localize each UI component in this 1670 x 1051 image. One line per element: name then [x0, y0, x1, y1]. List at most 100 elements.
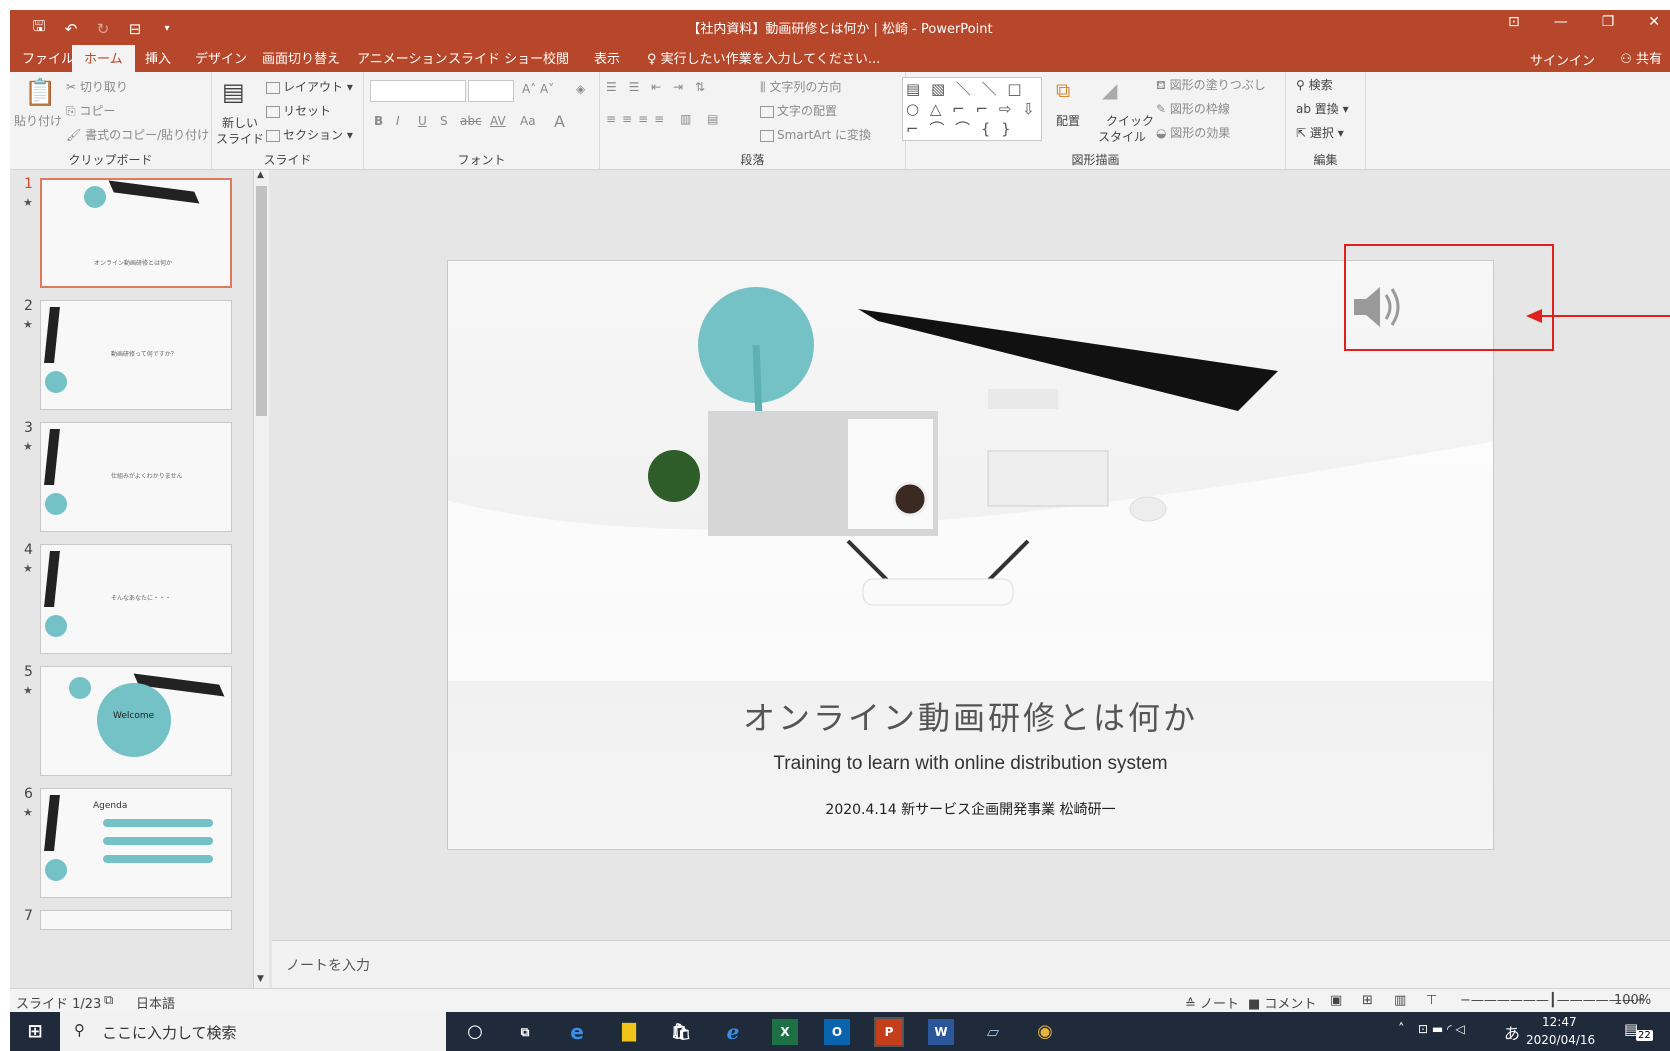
copy-button[interactable]: ⎘ コピー	[66, 102, 115, 119]
thumbnail-scrollbar[interactable]: ▲ ▼	[253, 170, 269, 988]
share-button[interactable]: ⚇ 共有	[1620, 48, 1662, 67]
shape-effects-button[interactable]: ◒ 図形の効果	[1156, 124, 1230, 141]
new-slide-icon[interactable]: ▤	[222, 78, 245, 106]
cortana-icon[interactable]: ○	[462, 1019, 488, 1045]
slide-thumbnail-4[interactable]: そんなあなたに・・・	[40, 544, 232, 654]
slide-thumbnail-7[interactable]	[40, 910, 232, 930]
smartart-button[interactable]: SmartArt に変換	[760, 126, 871, 143]
tab-slideshow[interactable]: スライド ショー	[448, 48, 543, 67]
tab-design[interactable]: デザイン	[195, 48, 247, 67]
scroll-thumb[interactable]	[256, 186, 267, 416]
reading-view-icon[interactable]: ▥	[1394, 993, 1406, 1008]
align-text-button[interactable]: 文字の配置	[760, 102, 837, 119]
replace-button[interactable]: ab 置換 ▾	[1296, 100, 1349, 117]
slide-thumbnail-6[interactable]: Agenda	[40, 788, 232, 898]
internet-explorer-icon[interactable]: ℯ	[720, 1019, 746, 1045]
taskbar-search[interactable]: ⚲ ここに入力して検索	[60, 1012, 446, 1051]
excel-icon[interactable]: X	[772, 1019, 798, 1045]
slide-title[interactable]: オンライン動画研修とは何か	[448, 693, 1493, 739]
signin-link[interactable]: サインイン	[1530, 50, 1595, 69]
tab-animations[interactable]: アニメーション	[357, 48, 447, 67]
clear-format-icon[interactable]: ◈	[576, 82, 585, 96]
scroll-down-icon[interactable]: ▼	[257, 974, 264, 984]
arrange-button[interactable]: 配置	[1056, 112, 1080, 129]
slideshow-view-icon[interactable]: ⊤	[1426, 993, 1437, 1008]
tab-home[interactable]: ホーム	[72, 45, 135, 73]
strikethrough-button[interactable]: abc	[460, 114, 482, 128]
word-icon[interactable]: W	[928, 1019, 954, 1045]
paste-button[interactable]: 貼り付け	[14, 112, 62, 129]
new-slide-label-1[interactable]: 新しい	[222, 114, 258, 131]
change-case-button[interactable]: Aa	[520, 114, 536, 128]
tray-icons[interactable]: ⊡ ▬ ◜ ◁	[1418, 1022, 1465, 1036]
tab-review[interactable]: 校閲	[543, 48, 569, 67]
list-buttons[interactable]: ☰ ☰ ⇤ ⇥ ⇅	[606, 80, 709, 94]
notes-pane[interactable]: ノートを入力	[272, 940, 1670, 988]
outlook-icon[interactable]: O	[824, 1019, 850, 1045]
scroll-up-icon[interactable]: ▲	[257, 170, 264, 180]
select-button[interactable]: ⇱ 選択 ▾	[1296, 124, 1344, 141]
tab-transitions[interactable]: 画面切り替え	[262, 48, 340, 67]
slide-sorter-icon[interactable]: ⊞	[1362, 993, 1373, 1008]
windows-start-icon[interactable]: ⊞	[22, 1019, 48, 1045]
reset-button[interactable]: リセット	[266, 102, 331, 119]
store-icon[interactable]: 🛍	[668, 1019, 694, 1045]
bold-button[interactable]: B	[374, 114, 383, 128]
underline-button[interactable]: U	[418, 114, 427, 128]
language-indicator[interactable]: 日本語	[136, 993, 175, 1012]
font-size-select[interactable]	[468, 80, 514, 102]
shapes-gallery[interactable]: ▤ ▧ ＼ ＼ □ ○ △ ⌐ ⌐ ⇨ ⇩ ⌐ ⌒ ⌒ { }	[902, 77, 1042, 141]
slide-canvas[interactable]: オンライン動画研修とは何か Training to learn with onl…	[447, 260, 1494, 850]
align-buttons[interactable]: ≡≡≡≡ ▥ ▤	[606, 112, 725, 126]
grow-font-icon[interactable]: A˄ A˅	[522, 82, 554, 96]
close-button[interactable]: ✕	[1648, 14, 1660, 30]
spellcheck-icon[interactable]: ⧉	[104, 993, 113, 1008]
paste-icon[interactable]: 📋	[24, 78, 56, 108]
clock-time[interactable]: 12:47	[1542, 1015, 1577, 1029]
new-slide-label-2[interactable]: スライド	[216, 130, 264, 147]
zoom-level[interactable]: 100%	[1614, 993, 1651, 1008]
shape-fill-button[interactable]: ⛾ 図形の塗りつぶし	[1156, 76, 1266, 94]
tell-me-search[interactable]: ♀ 実行したい作業を入力してください...	[647, 48, 880, 67]
slide-thumbnail-2[interactable]: 動画研修って何ですか？	[40, 300, 232, 410]
powerpoint-icon[interactable]: P	[874, 1017, 904, 1047]
char-spacing-button[interactable]: AV	[490, 114, 506, 128]
italic-button[interactable]: I	[396, 114, 400, 128]
restore-button[interactable]: ❐	[1602, 14, 1615, 30]
minimize-button[interactable]: —	[1554, 14, 1568, 30]
tab-file[interactable]: ファイル	[22, 48, 74, 67]
cut-button[interactable]: ✂ 切り取り	[66, 78, 128, 95]
file-explorer-icon[interactable]: ▇	[616, 1019, 642, 1045]
arrange-icon[interactable]: ⧉	[1056, 78, 1070, 102]
format-painter-button[interactable]: 🖌 書式のコピー/貼り付け	[66, 126, 209, 143]
chrome-icon[interactable]: ◉	[1032, 1019, 1058, 1045]
tab-insert[interactable]: 挿入	[145, 48, 171, 67]
find-button[interactable]: ⚲ 検索	[1296, 76, 1333, 93]
clock-date[interactable]: 2020/04/16	[1526, 1033, 1595, 1047]
tab-view[interactable]: 表示	[594, 48, 620, 67]
ime-indicator[interactable]: あ	[1504, 1020, 1520, 1044]
slide-author[interactable]: 2020.4.14 新サービス企画開発事業 松崎研一	[448, 799, 1493, 819]
section-button[interactable]: セクション ▾	[266, 126, 353, 143]
quick-styles-label-2[interactable]: スタイル	[1098, 128, 1146, 145]
quick-styles-label-1[interactable]: クイック	[1106, 112, 1154, 129]
notes-toggle[interactable]: ≙ ノート	[1185, 993, 1239, 1012]
edge-icon[interactable]: e	[564, 1019, 590, 1045]
text-direction-button[interactable]: ⫼ 文字列の方向	[760, 78, 841, 95]
normal-view-icon[interactable]: ▣	[1330, 993, 1342, 1008]
font-name-select[interactable]	[370, 80, 466, 102]
slide-thumbnail-5[interactable]: Welcome	[40, 666, 232, 776]
shape-outline-button[interactable]: ✎ 図形の枠線	[1156, 100, 1230, 117]
quick-styles-icon[interactable]: ◢	[1102, 78, 1117, 102]
task-view-icon[interactable]: ⧉	[512, 1019, 538, 1045]
comments-toggle[interactable]: ■ コメント	[1248, 993, 1316, 1012]
layout-button[interactable]: レイアウト ▾	[266, 78, 353, 95]
ribbon-display-options-icon[interactable]: ⊡	[1508, 14, 1520, 30]
font-color-icon[interactable]: A	[554, 112, 565, 131]
notepad-icon[interactable]: ▱	[980, 1019, 1006, 1045]
tray-overflow-icon[interactable]: ˄	[1398, 1022, 1405, 1037]
slide-thumbnail-3[interactable]: 仕組みがよくわかりません	[40, 422, 232, 532]
slide-thumbnail-1[interactable]: オンライン動画研修とは何か	[40, 178, 232, 288]
slide-subtitle[interactable]: Training to learn with online distributi…	[448, 753, 1493, 775]
shadow-button[interactable]: S	[440, 114, 448, 128]
